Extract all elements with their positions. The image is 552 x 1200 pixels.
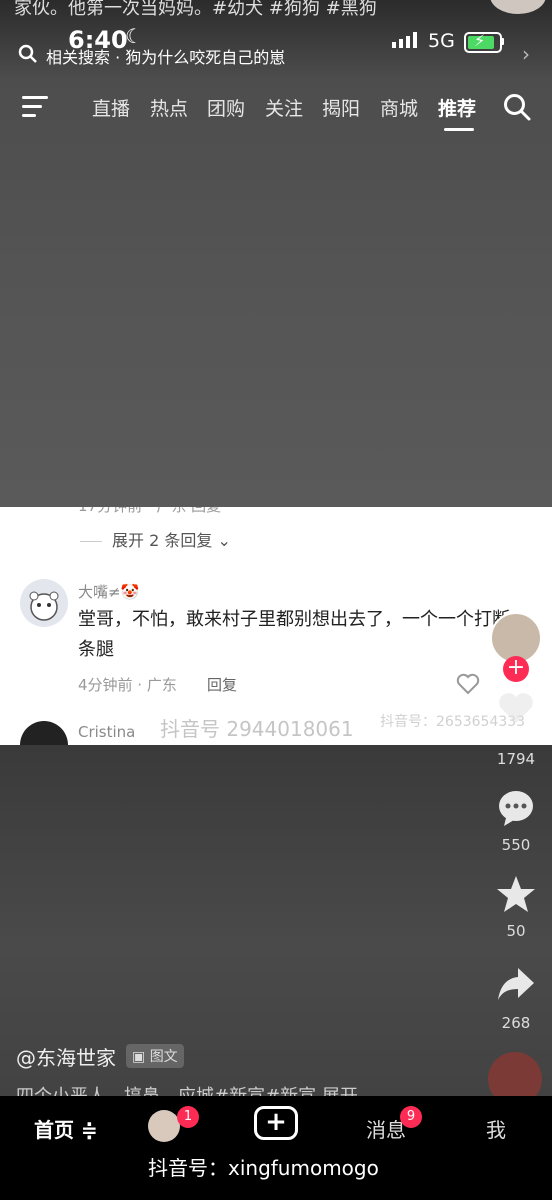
expand-replies[interactable]: 展开 2 条回复 ⌄: [80, 527, 231, 551]
active-tab-indicator: [444, 128, 474, 131]
tab-mall[interactable]: 商城: [380, 94, 418, 121]
menu-icon[interactable]: [22, 96, 48, 123]
tab-recommend[interactable]: 推荐: [438, 94, 476, 121]
nav-home-label: 首页: [34, 1118, 74, 1142]
post-type-label: 图文: [149, 1049, 178, 1065]
tab-hot[interactable]: 热点: [150, 94, 188, 121]
follow-plus-icon[interactable]: +: [503, 656, 529, 682]
comment-screenshot: 17分钟前 · 广东 回复 展开 2 条回复 ⌄ 大嘴≠🤡 堂哥，不怕，敢来村子…: [0, 507, 552, 745]
tab-following[interactable]: 关注: [265, 94, 303, 121]
comment-text: 堂哥，不怕，敢来村子里都别想出去了，一个一个打断一条腿: [78, 609, 528, 660]
tab-local[interactable]: 揭阳: [322, 94, 360, 121]
share-count: 268: [501, 1014, 531, 1032]
expand-replies-label: 展开 2 条回复: [112, 531, 213, 550]
related-search-prefix: 相关搜索 ·: [46, 48, 121, 67]
comment-reply-button[interactable]: 回复: [207, 674, 237, 695]
top-tabs: 直播 热点 团购 关注 揭阳 商城 推荐: [0, 84, 552, 134]
messages-badge: 9: [400, 1106, 422, 1128]
nav-me[interactable]: 我: [486, 1114, 506, 1143]
search-button-icon[interactable]: [502, 92, 532, 126]
avatar: [20, 579, 68, 627]
nav-home[interactable]: 首页 ≑: [34, 1114, 98, 1143]
comment-count: 550: [501, 836, 531, 854]
like-count: 1794: [496, 750, 536, 768]
post-type-badge: ▣ 图文: [126, 1044, 184, 1068]
favorite-count: 50: [506, 922, 526, 940]
related-search-bar[interactable]: 相关搜索 · 狗为什么咬死自己的崽 ›: [0, 36, 552, 74]
star-icon[interactable]: [496, 874, 536, 918]
heart-outline-icon[interactable]: [456, 673, 480, 699]
watermark: 抖音号 2944018061: [160, 717, 354, 741]
heart-icon[interactable]: [496, 690, 536, 730]
share-icon[interactable]: [496, 966, 536, 1006]
cut-comment-meta: 17分钟前 · 广东 回复: [78, 507, 221, 516]
comment-username[interactable]: Cristina: [78, 723, 135, 741]
tab-live[interactable]: 直播: [92, 94, 130, 121]
comment-icon[interactable]: [496, 788, 536, 832]
watermark: 抖音号：xingfumomogo: [148, 1156, 379, 1180]
post-author[interactable]: @东海世家: [16, 1042, 116, 1071]
avatar: [20, 721, 68, 745]
related-search-text: 相关搜索 · 狗为什么咬死自己的崽: [46, 44, 285, 68]
comment-username[interactable]: 大嘴≠🤡: [78, 581, 139, 602]
related-search-query: 狗为什么咬死自己的崽: [125, 48, 286, 67]
chevron-right-icon: ›: [522, 42, 530, 66]
nav-friends-avatar[interactable]: [148, 1110, 180, 1142]
create-button[interactable]: +: [254, 1106, 298, 1140]
ghost-caption: 家伙。他第一次当妈妈。#幼犬 #狗狗 #黑狗: [14, 0, 377, 19]
bottom-nav: 首页 ≑ 1 + 消息 9 我 抖音号：xingfumomogo: [0, 1096, 552, 1200]
tab-group-buy[interactable]: 团购: [207, 94, 245, 121]
comment-time-location: 4分钟前 · 广东: [78, 676, 177, 694]
search-icon: [18, 44, 38, 68]
friends-badge: 1: [177, 1106, 199, 1128]
